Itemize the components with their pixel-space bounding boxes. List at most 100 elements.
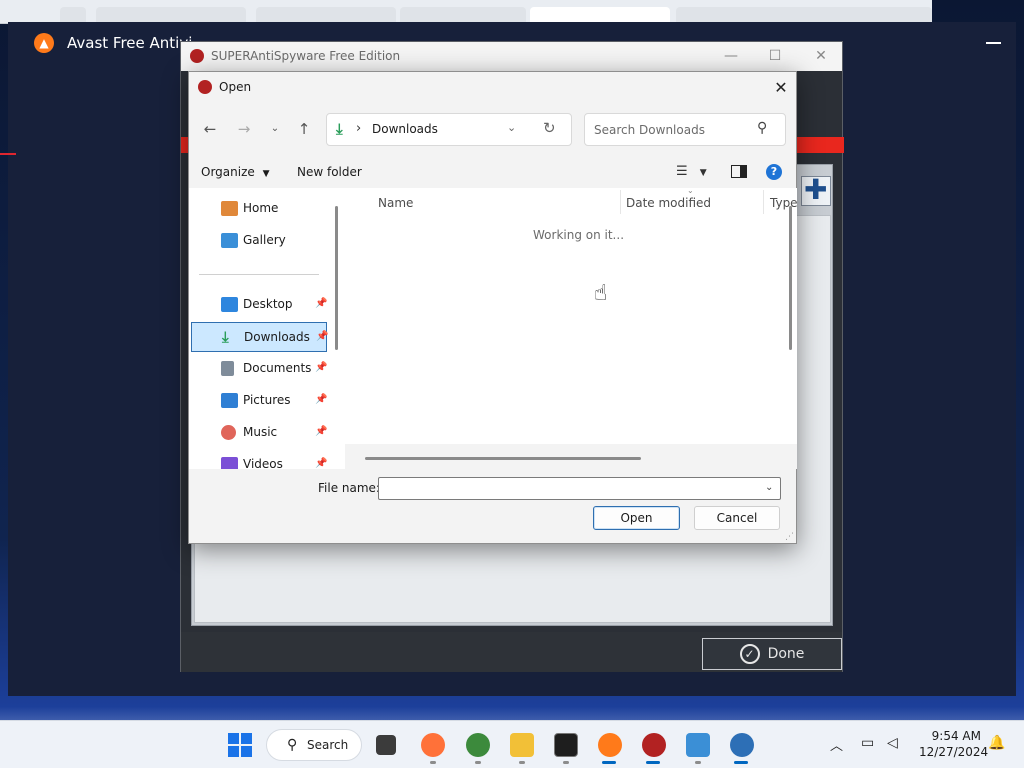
column-divider[interactable] bbox=[620, 190, 621, 214]
task-view-icon[interactable] bbox=[376, 735, 396, 755]
sas-titlebar: SUPERAntiSpyware Free Edition — ☐ ✕ bbox=[181, 42, 842, 71]
address-dropdown-icon[interactable]: ⌄ bbox=[507, 121, 516, 134]
column-divider[interactable] bbox=[763, 190, 764, 214]
nav-item-label: Home bbox=[243, 201, 279, 215]
photos-icon[interactable] bbox=[686, 733, 710, 757]
gallery-icon bbox=[221, 233, 238, 248]
sas-maximize-button[interactable]: ☐ bbox=[752, 42, 798, 71]
superantispyware-icon[interactable] bbox=[642, 733, 666, 757]
pin-icon: 📌 bbox=[315, 298, 328, 309]
running-indicator bbox=[734, 761, 748, 764]
view-options-button[interactable]: ☰ ▼ bbox=[676, 164, 707, 179]
preview-pane-icon[interactable] bbox=[731, 165, 747, 178]
avast-icon[interactable] bbox=[598, 733, 622, 757]
background-browser-tabstrip bbox=[0, 0, 932, 24]
taskbar: ⚲ Search ︿ ▭ ◁ 9:54 AM 12/27/2024 🔔 bbox=[0, 720, 1024, 768]
column-header-name[interactable]: Name bbox=[378, 196, 413, 210]
recent-locations-chevron-icon[interactable]: ⌄ bbox=[263, 118, 287, 140]
chevron-down-icon: ▼ bbox=[262, 169, 270, 179]
file-explorer-icon[interactable] bbox=[510, 733, 534, 757]
cancel-button[interactable]: Cancel bbox=[694, 506, 780, 530]
search-icon: ⚲ bbox=[757, 120, 768, 136]
organize-button[interactable]: Organize ▼ bbox=[201, 165, 270, 179]
download-icon: ⤓ bbox=[222, 328, 229, 346]
nav-item-music[interactable]: Music 📌 bbox=[191, 418, 327, 448]
done-label: Done bbox=[767, 646, 805, 662]
taskbar-search-button[interactable]: ⚲ Search bbox=[266, 729, 362, 761]
terminal-icon[interactable] bbox=[554, 733, 578, 757]
globe-app-icon[interactable] bbox=[730, 733, 754, 757]
notification-bell-icon[interactable]: 🔔 bbox=[988, 735, 1005, 751]
network-icon[interactable]: ▭ bbox=[861, 735, 874, 751]
firefox-icon[interactable] bbox=[421, 733, 445, 757]
column-header-date-modified[interactable]: Date modified bbox=[626, 196, 711, 210]
hand-cursor-icon: ☝ bbox=[594, 281, 608, 306]
up-arrow-icon[interactable]: ↑ bbox=[292, 118, 316, 140]
start-button[interactable] bbox=[228, 733, 252, 757]
nav-item-label: Desktop bbox=[243, 297, 293, 311]
address-bar[interactable]: ⤓ › Downloads ⌄ ↻ bbox=[326, 113, 572, 146]
done-button[interactable]: ✓ Done bbox=[702, 638, 842, 670]
search-placeholder: Search Downloads bbox=[594, 123, 705, 137]
loading-status: Working on it... bbox=[533, 228, 625, 242]
clock-date[interactable]: 12/27/2024 bbox=[919, 745, 988, 759]
nav-divider bbox=[199, 274, 319, 275]
volume-muted-icon[interactable]: ◁ bbox=[887, 735, 898, 751]
resize-grip-icon[interactable]: ⋰ bbox=[785, 532, 794, 542]
refresh-icon[interactable]: ↻ bbox=[543, 119, 556, 137]
organize-label: Organize bbox=[201, 165, 255, 179]
nav-item-label: Pictures bbox=[243, 393, 291, 407]
show-hidden-icons-chevron-icon[interactable]: ︿ bbox=[830, 735, 843, 754]
chevron-down-icon[interactable]: ⌄ bbox=[765, 482, 773, 493]
running-indicator bbox=[695, 761, 701, 764]
help-icon[interactable]: ? bbox=[766, 164, 782, 180]
cybershark-icon[interactable] bbox=[466, 733, 490, 757]
running-indicator bbox=[646, 761, 660, 764]
desktop-icon bbox=[221, 297, 238, 312]
music-icon bbox=[221, 425, 236, 440]
avast-minimize-button[interactable] bbox=[986, 30, 1002, 46]
nav-item-gallery[interactable]: Gallery bbox=[191, 226, 327, 256]
nav-item-label: Documents bbox=[243, 361, 312, 375]
running-indicator bbox=[563, 761, 569, 764]
file-name-field[interactable] bbox=[378, 477, 781, 500]
breadcrumb-downloads[interactable]: Downloads bbox=[372, 122, 438, 136]
file-list-horizontal-scrollbar[interactable] bbox=[365, 457, 641, 460]
home-icon bbox=[221, 201, 238, 216]
checkmark-icon: ✓ bbox=[739, 644, 760, 664]
chevron-down-icon: ▼ bbox=[699, 168, 707, 178]
dialog-app-icon bbox=[198, 80, 212, 94]
running-indicator bbox=[602, 761, 616, 764]
dialog-close-button[interactable]: ✕ bbox=[769, 76, 793, 100]
file-list-vertical-scrollbar[interactable] bbox=[789, 206, 792, 350]
nav-item-videos[interactable]: Videos 📌 bbox=[191, 450, 327, 469]
videos-icon bbox=[221, 457, 238, 469]
pin-icon: 📌 bbox=[315, 426, 328, 437]
file-name-label: File name: bbox=[318, 481, 380, 495]
sort-chevron-icon: ⌄ bbox=[687, 186, 694, 195]
nav-item-downloads[interactable]: ⤓ Downloads 📌 bbox=[191, 322, 329, 352]
sas-app-icon bbox=[190, 49, 204, 63]
forward-arrow-icon[interactable]: → bbox=[232, 118, 256, 140]
pin-icon: 📌 bbox=[315, 394, 328, 405]
back-arrow-icon[interactable]: ← bbox=[198, 118, 222, 140]
nav-item-home[interactable]: Home bbox=[191, 194, 327, 224]
running-indicator bbox=[430, 761, 436, 764]
sas-minimize-button[interactable]: — bbox=[708, 42, 754, 71]
column-header-type[interactable]: Type bbox=[770, 196, 798, 210]
nav-item-desktop[interactable]: Desktop 📌 bbox=[191, 290, 327, 320]
sas-close-button[interactable]: ✕ bbox=[798, 42, 844, 71]
open-button[interactable]: Open bbox=[593, 506, 680, 530]
new-folder-button[interactable]: New folder bbox=[297, 165, 362, 179]
file-list: Name Date modified ⌄ Type Working on it.… bbox=[345, 186, 798, 469]
nav-item-pictures[interactable]: Pictures 📌 bbox=[191, 386, 327, 416]
pin-icon: 📌 bbox=[316, 331, 329, 342]
avast-logo-icon: ▲ bbox=[34, 33, 54, 53]
sas-add-icon[interactable]: ✚ bbox=[801, 173, 831, 206]
search-input[interactable]: Search Downloads ⚲ bbox=[584, 113, 786, 146]
nav-scrollbar[interactable] bbox=[335, 206, 338, 350]
clock-time[interactable]: 9:54 AM bbox=[931, 729, 981, 743]
nav-item-documents[interactable]: Documents 📌 bbox=[191, 354, 327, 384]
running-indicator bbox=[519, 761, 525, 764]
nav-item-label: Gallery bbox=[243, 233, 286, 247]
